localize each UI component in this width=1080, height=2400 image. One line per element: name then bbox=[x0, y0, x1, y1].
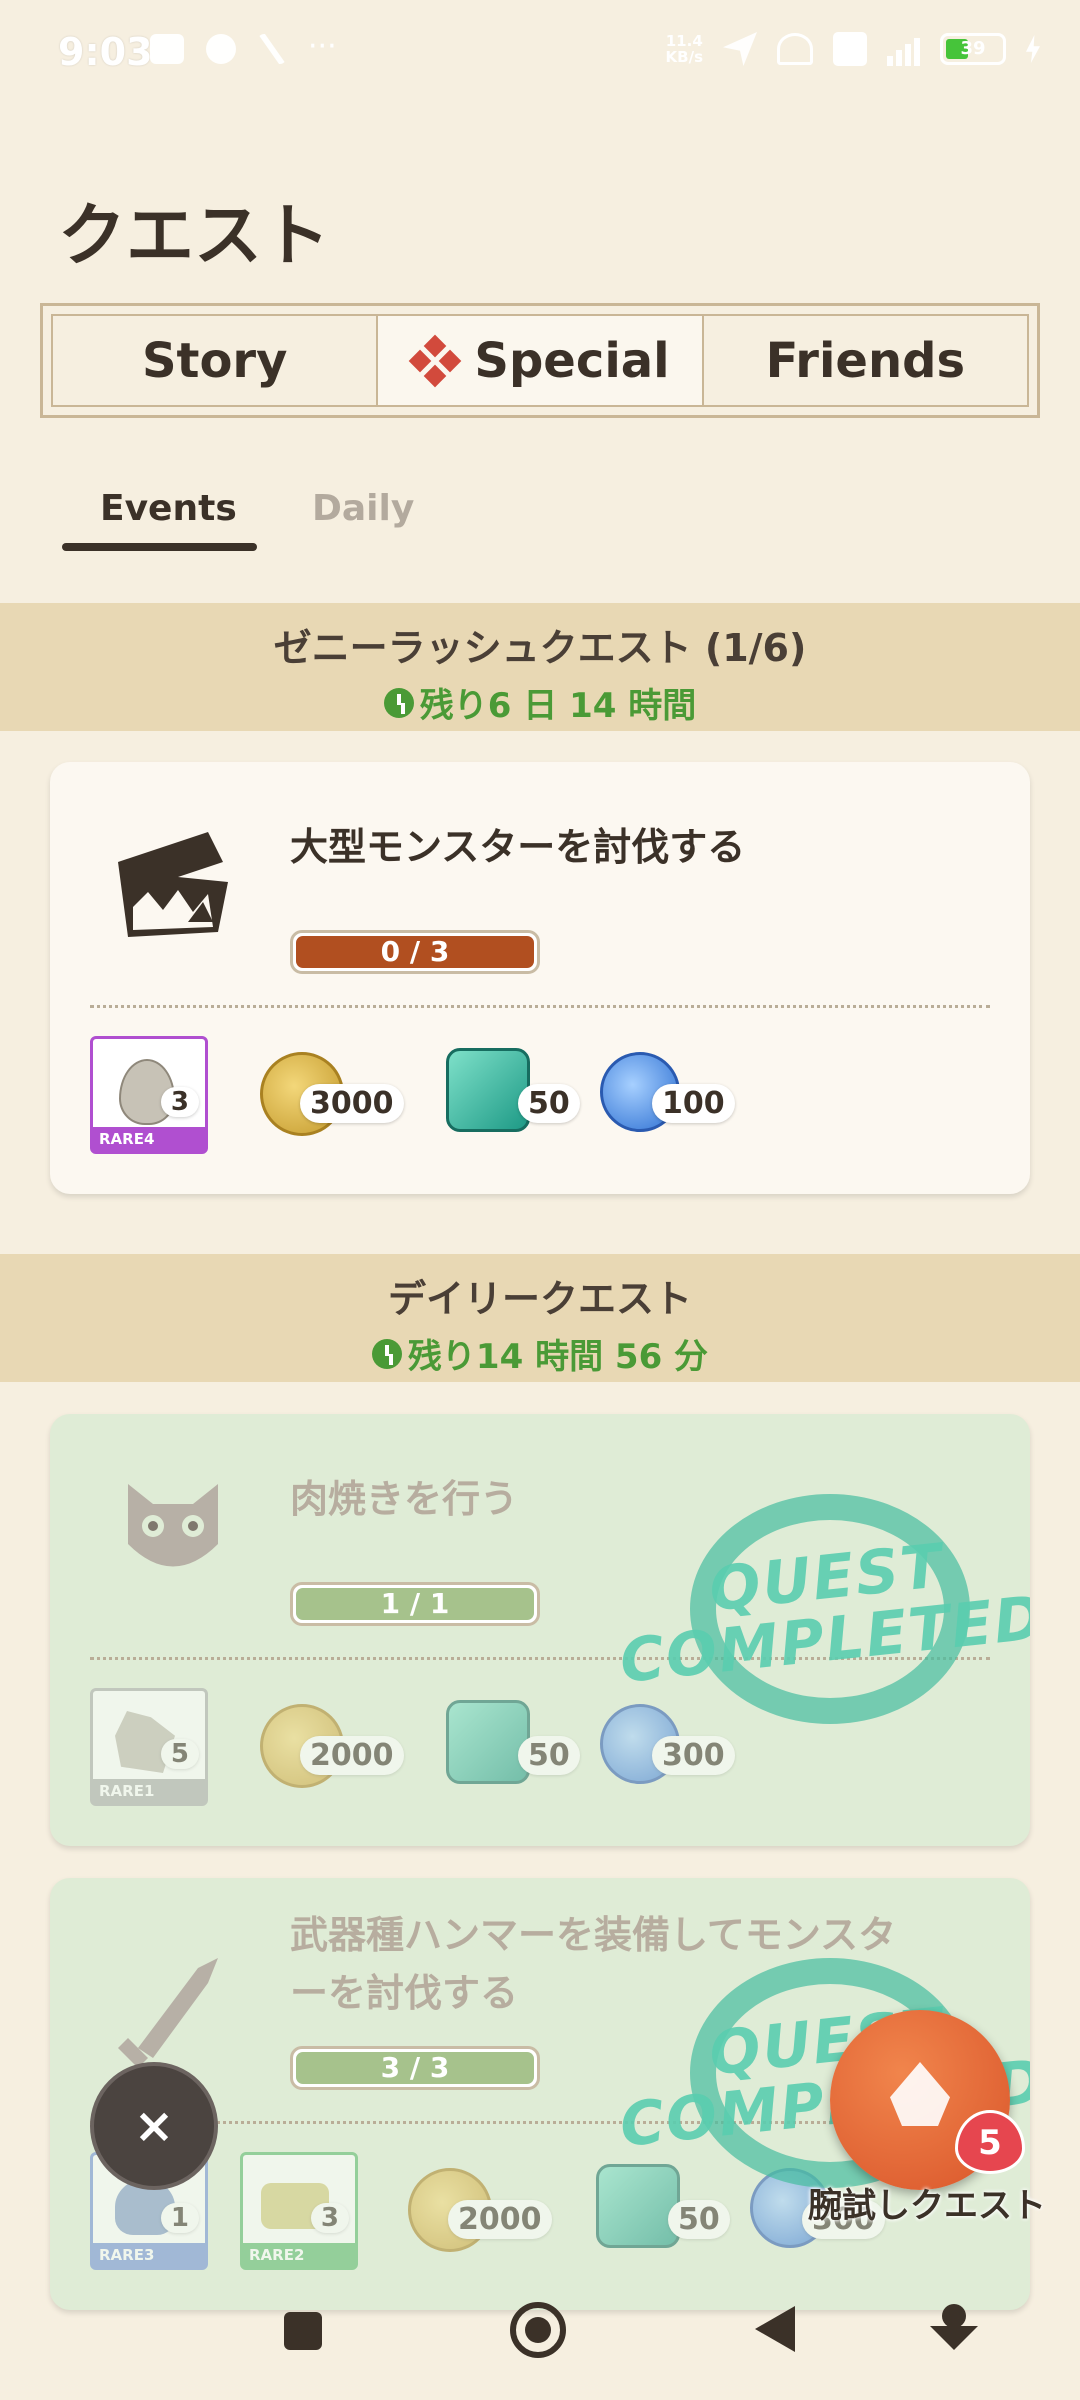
progress-text: 0 / 3 bbox=[380, 935, 450, 968]
green-gem-icon bbox=[596, 2164, 680, 2248]
more-dots-icon: ··· bbox=[308, 29, 337, 64]
event-timer-text: 残り6 日 14 時間 bbox=[419, 686, 697, 726]
tab-special-label: Special bbox=[474, 332, 670, 389]
back-button[interactable] bbox=[755, 2306, 795, 2352]
subtab-events[interactable]: Events bbox=[100, 488, 237, 529]
reward-count: 300 bbox=[652, 1736, 735, 1775]
reward-orb[interactable]: 100 bbox=[600, 1052, 735, 1172]
rare-label: RARE2 bbox=[243, 2243, 355, 2267]
rare-label: RARE4 bbox=[93, 1127, 205, 1151]
reward-count: 3 bbox=[160, 1087, 199, 1117]
quest-progress-bar: 1 / 1 bbox=[290, 1582, 540, 1626]
system-nav-bar bbox=[0, 2290, 1080, 2400]
daily-section-timer: 残り14 時間 56 分 bbox=[0, 1329, 1080, 1378]
reward-count: 2000 bbox=[300, 1736, 404, 1775]
reward-gem[interactable]: 50 bbox=[446, 1700, 580, 1820]
battery-level: 39 bbox=[960, 38, 986, 59]
stamp-text: QUEST COMPLETED bbox=[616, 1531, 1030, 1697]
arm-quest-icon bbox=[890, 2062, 950, 2126]
reward-count: 5 bbox=[160, 1739, 199, 1769]
tab-story-label: Story bbox=[141, 332, 288, 389]
mute-icon bbox=[777, 33, 813, 65]
quest-completed-stamp: QUEST COMPLETED bbox=[617, 1494, 1030, 1724]
progress-text: 3 / 3 bbox=[380, 2051, 450, 2084]
reward-count: 50 bbox=[668, 2200, 730, 2239]
reward-count: 50 bbox=[518, 1084, 580, 1123]
quest-progress-bar: 3 / 3 bbox=[290, 2046, 540, 2090]
home-button[interactable] bbox=[510, 2302, 566, 2358]
status-bar: 9:03 ··· 11.4 KB/s 39 bbox=[0, 0, 1080, 110]
rare-label: RARE3 bbox=[93, 2243, 205, 2267]
green-gem-icon bbox=[446, 1048, 530, 1132]
status-time: 9:03 bbox=[58, 30, 153, 74]
reward-zenny[interactable]: 2000 bbox=[260, 1704, 404, 1824]
progress-text: 1 / 1 bbox=[380, 1587, 450, 1620]
tab-special[interactable]: Special bbox=[376, 316, 704, 405]
reward-zenny[interactable]: 3000 bbox=[260, 1052, 404, 1172]
hide-nav-button[interactable] bbox=[930, 2304, 978, 2352]
hammer-weapon-icon bbox=[118, 1958, 218, 2068]
daily-section-title: デイリークエスト bbox=[387, 1277, 692, 1321]
quest-card[interactable]: 大型モンスターを討伐する 0 / 3 3 RARE4 3000 50 100 bbox=[50, 762, 1030, 1194]
reward-rare-item[interactable]: 3 RARE2 bbox=[240, 2152, 358, 2272]
subtab-daily[interactable]: Daily bbox=[312, 488, 414, 529]
tab-friends[interactable]: Friends bbox=[704, 316, 1027, 405]
x-app-icon bbox=[258, 34, 286, 64]
clock-icon bbox=[383, 687, 414, 718]
quest-category-tabs: Story Special Friends bbox=[40, 303, 1040, 418]
sim-icon bbox=[833, 32, 867, 66]
signal-icon bbox=[887, 32, 920, 66]
tab-story[interactable]: Story bbox=[53, 316, 376, 405]
quest-progress-bar: 0 / 3 bbox=[290, 930, 540, 974]
green-gem-icon bbox=[446, 1700, 530, 1784]
divider bbox=[90, 1005, 990, 1008]
youtube-icon bbox=[150, 34, 184, 64]
reward-zenny[interactable]: 2000 bbox=[408, 2168, 552, 2288]
recent-apps-button[interactable] bbox=[284, 2312, 322, 2350]
location-icon bbox=[723, 32, 757, 66]
reward-count: 2000 bbox=[448, 2200, 552, 2239]
app-notification-icon bbox=[206, 34, 236, 64]
reward-count: 1 bbox=[160, 2203, 199, 2233]
monster-jaw-icon bbox=[118, 832, 228, 937]
quest-card-completed[interactable]: 肉焼きを行う 1 / 1 5 RARE1 2000 50 300 QUEST C… bbox=[50, 1414, 1030, 1846]
special-diamond-icon bbox=[409, 334, 462, 387]
reward-orb[interactable]: 300 bbox=[600, 1704, 735, 1824]
reward-count: 50 bbox=[518, 1736, 580, 1775]
net-speed: 11.4 KB/s bbox=[665, 32, 703, 66]
status-system-icons: 11.4 KB/s 39 bbox=[666, 32, 1040, 66]
arm-quest-label: 腕試しクエスト bbox=[808, 2186, 1046, 2226]
daily-timer-text: 残り14 時間 56 分 bbox=[407, 1337, 709, 1377]
reward-list: 3 RARE4 3000 50 100 bbox=[90, 1036, 990, 1156]
page-title: クエスト bbox=[58, 197, 331, 276]
event-section-timer: 残り6 日 14 時間 bbox=[0, 678, 1080, 727]
charging-icon bbox=[1026, 35, 1040, 63]
tab-friends-label: Friends bbox=[765, 332, 966, 389]
reward-rare-item[interactable]: 5 RARE1 bbox=[90, 1688, 208, 1808]
reward-count: 3000 bbox=[300, 1084, 404, 1123]
close-button[interactable]: × bbox=[90, 2062, 218, 2190]
event-section-title: ゼニーラッシュクエスト (1/6) bbox=[273, 626, 807, 670]
quest-title: 大型モンスターを討伐する bbox=[290, 825, 746, 869]
daily-section-header: デイリークエスト 残り14 時間 56 分 bbox=[0, 1254, 1080, 1382]
status-notification-icons: ··· bbox=[150, 29, 337, 64]
rare-label: RARE1 bbox=[93, 1779, 205, 1803]
active-subtab-indicator bbox=[62, 543, 257, 551]
battery-icon: 39 bbox=[940, 33, 1006, 65]
palico-icon bbox=[128, 1484, 218, 1567]
reward-gem[interactable]: 50 bbox=[446, 1048, 580, 1168]
clock-icon bbox=[371, 1338, 402, 1369]
event-section-header: ゼニーラッシュクエスト (1/6) 残り6 日 14 時間 bbox=[0, 603, 1080, 731]
reward-count: 3 bbox=[310, 2203, 349, 2233]
reward-rare-item[interactable]: 3 RARE4 bbox=[90, 1036, 208, 1156]
reward-count: 100 bbox=[652, 1084, 735, 1123]
reward-gem[interactable]: 50 bbox=[596, 2164, 730, 2284]
